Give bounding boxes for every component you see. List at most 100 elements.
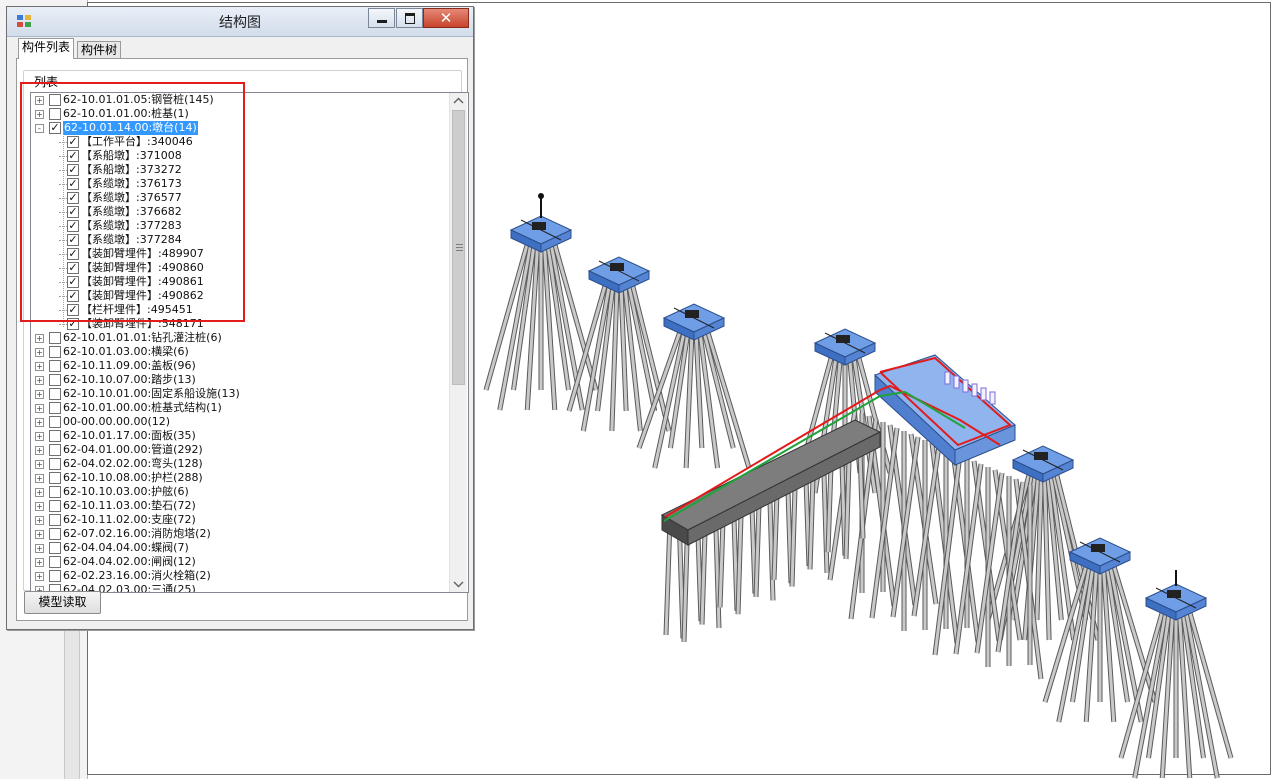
tree-child-node[interactable]: ✓ 【栏杆埋件】:495451 [31, 303, 451, 317]
expand-icon[interactable]: + [35, 488, 44, 497]
tree-node-label[interactable]: 【系缆墩】:376682 [81, 205, 182, 219]
tree-checkbox[interactable] [49, 444, 61, 456]
tree-checkbox[interactable] [49, 542, 61, 554]
tree-node-label[interactable]: 【系船墩】:371008 [81, 149, 182, 163]
scroll-down-arrow-icon[interactable] [450, 575, 467, 592]
tree-checkbox[interactable] [49, 402, 61, 414]
tree-node-label[interactable]: 62-04.02.02.00:弯头(128) [63, 457, 203, 471]
tree-checkbox[interactable] [49, 472, 61, 484]
tree-checkbox[interactable] [49, 94, 61, 106]
tab-component-tree[interactable]: 构件树 [77, 41, 122, 59]
tree-node-label[interactable]: 62-10.01.00.00:桩基式结构(1) [63, 401, 222, 415]
expand-icon[interactable]: + [35, 572, 44, 581]
tree-node[interactable]: +62-10.01.00.00:桩基式结构(1) [31, 401, 451, 415]
tree-node-label[interactable]: 62-10.11.09.00:盖板(96) [63, 359, 196, 373]
tree-node[interactable]: +62-10.11.03.00:垫石(72) [31, 499, 451, 513]
tree-node[interactable]: +62-10.10.07.00:踏步(13) [31, 373, 451, 387]
expand-icon[interactable]: + [35, 348, 44, 357]
expand-icon[interactable]: + [35, 530, 44, 539]
tree-node-label[interactable]: 62-10.10.01.00:固定系船设施(13) [63, 387, 240, 401]
tree-checkbox[interactable] [49, 514, 61, 526]
tree-checkbox[interactable]: ✓ [67, 318, 79, 330]
component-tree-view[interactable]: +62-10.01.01.05:钢管桩(145) +62-10.01.01.00:… [30, 92, 469, 593]
tree-checkbox[interactable]: ✓ [67, 290, 79, 302]
tree-checkbox[interactable] [49, 570, 61, 582]
tree-node-label[interactable]: 62-04.04.02.00:闸阀(12) [63, 555, 196, 569]
tree-node-label[interactable]: 【栏杆埋件】:495451 [81, 303, 193, 317]
tree-checkbox[interactable] [49, 108, 61, 120]
tree-child-node[interactable]: ✓ 【系缆墩】:376577 [31, 191, 451, 205]
minimize-button[interactable] [368, 8, 395, 28]
tree-node[interactable]: +62-10.01.01.05:钢管桩(145) [31, 93, 451, 107]
expand-icon[interactable]: + [35, 460, 44, 469]
expand-icon[interactable]: + [35, 110, 44, 119]
tree-checkbox[interactable]: ✓ [67, 234, 79, 246]
tree-child-node[interactable]: ✓ 【工作平台】:340046 [31, 135, 451, 149]
expand-icon[interactable]: + [35, 446, 44, 455]
scroll-thumb[interactable] [452, 110, 465, 385]
tree-node[interactable]: +62-04.04.04.00:蝶阀(7) [31, 541, 451, 555]
tree-checkbox[interactable]: ✓ [67, 248, 79, 260]
tree-node-label[interactable]: 62-10.01.01.00:桩基(1) [63, 107, 189, 121]
tree-node-label[interactable]: 62-10.10.03.00:护舷(6) [63, 485, 189, 499]
collapse-icon[interactable]: - [35, 124, 44, 133]
tree-node-label[interactable]: 【装卸臂埋件】:489907 [81, 247, 204, 261]
tree-node-label[interactable]: 62-10.10.08.00:护栏(288) [63, 471, 203, 485]
tree-node-label[interactable]: 62-04.04.04.00:蝶阀(7) [63, 541, 189, 555]
expand-icon[interactable]: + [35, 96, 44, 105]
tree-node-label[interactable]: 【系缆墩】:376173 [81, 177, 182, 191]
tree-child-node[interactable]: ✓ 【系船墩】:371008 [31, 149, 451, 163]
title-bar[interactable]: 结构图 ✕ [7, 7, 473, 37]
tab-component-list[interactable]: 构件列表 [18, 38, 75, 59]
tree-node[interactable]: +62-10.11.02.00:支座(72) [31, 513, 451, 527]
tree-node-label[interactable]: 62-10.01.17.00:面板(35) [63, 429, 196, 443]
tree-node[interactable]: +62-10.01.01.01:钻孔灌注桩(6) [31, 331, 451, 345]
tree-child-node[interactable]: ✓ 【装卸臂埋件】:489907 [31, 247, 451, 261]
expand-icon[interactable]: + [35, 362, 44, 371]
tree-node-label[interactable]: 【装卸臂埋件】:490861 [81, 275, 204, 289]
tree-node-label[interactable]: 62-10.10.07.00:踏步(13) [63, 373, 196, 387]
tree-node-label[interactable]: 【系缆墩】:376577 [81, 191, 182, 205]
tree-node-label[interactable]: 62-10.01.14.00:墩台(14) [63, 121, 198, 135]
tree-checkbox[interactable] [49, 458, 61, 470]
tree-child-node[interactable]: ✓ 【系缆墩】:376682 [31, 205, 451, 219]
tree-checkbox[interactable] [49, 486, 61, 498]
tree-node-label[interactable]: 【装卸臂埋件】:490860 [81, 261, 204, 275]
tree-checkbox[interactable]: ✓ [67, 192, 79, 204]
tree-checkbox[interactable]: ✓ [67, 276, 79, 288]
expand-icon[interactable]: + [35, 516, 44, 525]
tree-checkbox[interactable] [49, 556, 61, 568]
tree-node[interactable]: +62-04.02.02.00:弯头(128) [31, 457, 451, 471]
tree-child-node[interactable]: ✓ 【系缆墩】:377283 [31, 219, 451, 233]
tree-node[interactable]: +00-00.00.00.00(12) [31, 415, 451, 429]
tree-node[interactable]: +62-10.10.01.00:固定系船设施(13) [31, 387, 451, 401]
tree-checkbox[interactable] [49, 528, 61, 540]
tree-child-node[interactable]: ✓ 【装卸臂埋件】:490860 [31, 261, 451, 275]
tree-checkbox[interactable]: ✓ [67, 178, 79, 190]
tree-node[interactable]: +62-10.11.09.00:盖板(96) [31, 359, 451, 373]
tree-node-label[interactable]: 【系缆墩】:377283 [81, 219, 182, 233]
load-model-button[interactable]: 模型读取 [24, 591, 101, 614]
expand-icon[interactable]: + [35, 376, 44, 385]
expand-icon[interactable]: + [35, 544, 44, 553]
tree-checkbox[interactable] [49, 500, 61, 512]
expand-icon[interactable]: + [35, 390, 44, 399]
expand-icon[interactable]: + [35, 558, 44, 567]
tree-node-label[interactable]: 62-10.11.02.00:支座(72) [63, 513, 196, 527]
tree-node[interactable]: +62-10.01.01.00:桩基(1) [31, 107, 451, 121]
tree-node[interactable]: - ✓ 62-10.01.14.00:墩台(14) [31, 121, 451, 135]
tree-node[interactable]: +62-10.10.03.00:护舷(6) [31, 485, 451, 499]
tree-node[interactable]: +62-10.10.08.00:护栏(288) [31, 471, 451, 485]
tree-checkbox[interactable] [49, 374, 61, 386]
expand-icon[interactable]: + [35, 502, 44, 511]
tree-node-label[interactable]: 62-07.02.16.00:消防炮塔(2) [63, 527, 211, 541]
tree-child-node[interactable]: ✓ 【装卸臂埋件】:490861 [31, 275, 451, 289]
tree-node-label[interactable]: 62-10.01.01.05:钢管桩(145) [63, 93, 214, 107]
tree-node-label[interactable]: 【系缆墩】:377284 [81, 233, 182, 247]
tree-checkbox[interactable] [49, 360, 61, 372]
tree-node[interactable]: +62-04.01.00.00:管道(292) [31, 443, 451, 457]
tree-checkbox[interactable]: ✓ [67, 150, 79, 162]
tree-node-label[interactable]: 00-00.00.00.00(12) [63, 415, 170, 429]
tree-node-label[interactable]: 62-10.01.03.00:横梁(6) [63, 345, 189, 359]
tree-node-label[interactable]: 62-04.01.00.00:管道(292) [63, 443, 203, 457]
